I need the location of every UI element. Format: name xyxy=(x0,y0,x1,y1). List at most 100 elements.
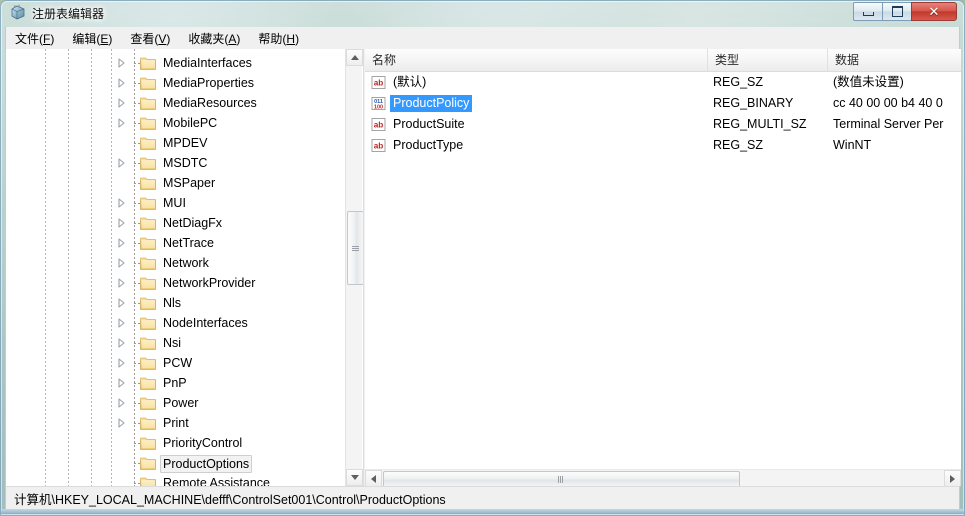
expand-arrow-icon[interactable] xyxy=(116,397,127,409)
expand-arrow-icon[interactable] xyxy=(116,317,127,329)
tree-node-productoptions[interactable]: ProductOptions xyxy=(6,453,346,473)
window-bottom-edge xyxy=(0,509,965,514)
tree-node-nodeinterfaces[interactable]: NodeInterfaces xyxy=(6,313,346,333)
expand-arrow-icon[interactable] xyxy=(116,77,127,89)
list-scroll-right-button[interactable] xyxy=(944,470,961,486)
column-header-type[interactable]: 类型 xyxy=(708,49,828,71)
expand-arrow-icon[interactable] xyxy=(116,197,127,209)
tree-node-mediaproperties[interactable]: MediaProperties xyxy=(6,73,346,93)
folder-icon xyxy=(140,316,156,330)
tree-scrollbar-thumb[interactable] xyxy=(347,211,363,285)
tree-node-pnp[interactable]: PnP xyxy=(6,373,346,393)
folder-icon xyxy=(140,456,156,470)
menu-item-4[interactable]: 收藏夹(A) xyxy=(179,28,249,49)
tree-node-nettrace[interactable]: NetTrace xyxy=(6,233,346,253)
chevron-up-icon xyxy=(350,55,359,60)
tree-node-label: Remote Assistance xyxy=(163,476,270,486)
expand-arrow-icon[interactable] xyxy=(116,237,127,249)
expand-arrow-icon[interactable] xyxy=(116,297,127,309)
value-type: REG_SZ xyxy=(713,75,764,89)
tree-node-remote-assistance[interactable]: Remote Assistance xyxy=(6,473,346,486)
folder-icon xyxy=(140,436,156,450)
tree-node-msdtc[interactable]: MSDTC xyxy=(6,153,346,173)
folder-icon xyxy=(140,296,156,310)
value-data: cc 40 00 00 b4 40 0 xyxy=(833,96,943,110)
expand-arrow-icon[interactable] xyxy=(116,57,127,69)
folder-icon xyxy=(140,236,156,250)
value-name: ProductPolicy xyxy=(390,95,473,112)
folder-icon xyxy=(140,156,156,170)
table-row[interactable]: 011 100 ProductPolicy REG_BINARY cc 40 00 00… xyxy=(365,93,961,114)
menu-item-5[interactable]: 帮助(H) xyxy=(249,28,308,49)
tree-node-mui[interactable]: MUI xyxy=(6,193,346,213)
tree-node-mobilepc[interactable]: MobilePC xyxy=(6,113,346,133)
registry-tree-pane[interactable]: MediaInterfaces MediaProperties MediaResou… xyxy=(6,49,364,486)
maximize-button[interactable] xyxy=(882,2,911,21)
menu-item-2[interactable]: 编辑(E) xyxy=(63,28,121,49)
table-row[interactable]: ab ProductType REG_SZ WinNT xyxy=(365,135,961,156)
expand-arrow-icon[interactable] xyxy=(116,337,127,349)
tree-node-mediaresources[interactable]: MediaResources xyxy=(6,93,346,113)
tree-node-prioritycontrol[interactable]: PriorityControl xyxy=(6,433,346,453)
tree-node-netdiagfx[interactable]: NetDiagFx xyxy=(6,213,346,233)
value-name: ProductSuite xyxy=(393,117,465,131)
expand-arrow-icon[interactable] xyxy=(116,377,127,389)
value-data: Terminal Server Per xyxy=(833,117,944,131)
tree-scroll-up-button[interactable] xyxy=(346,49,363,66)
column-header-data[interactable]: 数据 xyxy=(828,49,961,71)
registry-editor-icon xyxy=(10,4,26,23)
folder-icon xyxy=(140,196,156,210)
tree-node-label: PnP xyxy=(163,376,187,390)
minimize-button[interactable] xyxy=(853,2,882,21)
tree-node-label: MSPaper xyxy=(163,176,216,190)
tree-node-print[interactable]: Print xyxy=(6,413,346,433)
tree-node-network[interactable]: Network xyxy=(6,253,346,273)
menu-item-3[interactable]: 查看(V) xyxy=(121,28,179,49)
registry-values-pane[interactable]: 名称 类型 数据 ab (默认) REG_SZ (数值未设置) 011 100 Produc… xyxy=(365,49,961,486)
tree-scroll-down-button[interactable] xyxy=(346,469,363,486)
status-bar: 计算机\HKEY_LOCAL_MACHINE\defff\ControlSet0… xyxy=(5,486,960,509)
expand-arrow-icon[interactable] xyxy=(116,277,127,289)
folder-icon xyxy=(140,116,156,130)
tree-node-power[interactable]: Power xyxy=(6,393,346,413)
close-button[interactable]: ✕ xyxy=(911,2,957,21)
tree-vertical-scrollbar[interactable] xyxy=(345,49,363,486)
column-header-name[interactable]: 名称 xyxy=(365,49,708,71)
tree-node-label: MobilePC xyxy=(163,116,218,130)
tree-node-label: ProductOptions xyxy=(160,455,253,473)
list-horizontal-scrollbar[interactable] xyxy=(365,469,961,486)
tree-node-label: NetworkProvider xyxy=(163,276,256,290)
list-scroll-left-button[interactable] xyxy=(365,470,382,486)
tree-node-mediainterfaces[interactable]: MediaInterfaces xyxy=(6,53,346,73)
menu-bar: 文件(F) 编辑(E) 查看(V) 收藏夹(A) 帮助(H) xyxy=(5,27,960,49)
folder-icon xyxy=(140,336,156,350)
tree-node-mspaper[interactable]: MSPaper xyxy=(6,173,346,193)
folder-icon xyxy=(140,356,156,370)
tree-node-nls[interactable]: Nls xyxy=(6,293,346,313)
expand-arrow-icon[interactable] xyxy=(116,157,127,169)
title-bar[interactable]: 注册表编辑器 ✕ xyxy=(0,0,965,27)
folder-icon xyxy=(140,396,156,410)
tree-node-mpdev[interactable]: MPDEV xyxy=(6,133,346,153)
value-data: WinNT xyxy=(833,138,872,152)
folder-icon xyxy=(140,476,156,486)
tree-node-label: MediaInterfaces xyxy=(163,56,252,70)
menu-item-1[interactable]: 文件(F) xyxy=(6,28,63,49)
tree-node-networkprovider[interactable]: NetworkProvider xyxy=(6,273,346,293)
value-data: (数值未设置) xyxy=(833,75,904,89)
tree-node-pcw[interactable]: PCW xyxy=(6,353,346,373)
expand-arrow-icon[interactable] xyxy=(116,97,127,109)
expand-arrow-icon[interactable] xyxy=(116,257,127,269)
tree-node-label: Print xyxy=(163,416,189,430)
tree-node-nsi[interactable]: Nsi xyxy=(6,333,346,353)
title-bar-left: 注册表编辑器 xyxy=(10,4,104,23)
expand-arrow-icon[interactable] xyxy=(116,417,127,429)
table-row[interactable]: ab (默认) REG_SZ (数值未设置) xyxy=(365,72,961,93)
tree-node-label: NetTrace xyxy=(163,236,214,250)
expand-arrow-icon[interactable] xyxy=(116,217,127,229)
expand-arrow-icon[interactable] xyxy=(116,357,127,369)
window-title: 注册表编辑器 xyxy=(32,7,105,21)
table-row[interactable]: ab ProductSuite REG_MULTI_SZ Terminal Serve… xyxy=(365,114,961,135)
expand-arrow-icon[interactable] xyxy=(116,117,127,129)
list-scrollbar-thumb[interactable] xyxy=(383,471,740,486)
